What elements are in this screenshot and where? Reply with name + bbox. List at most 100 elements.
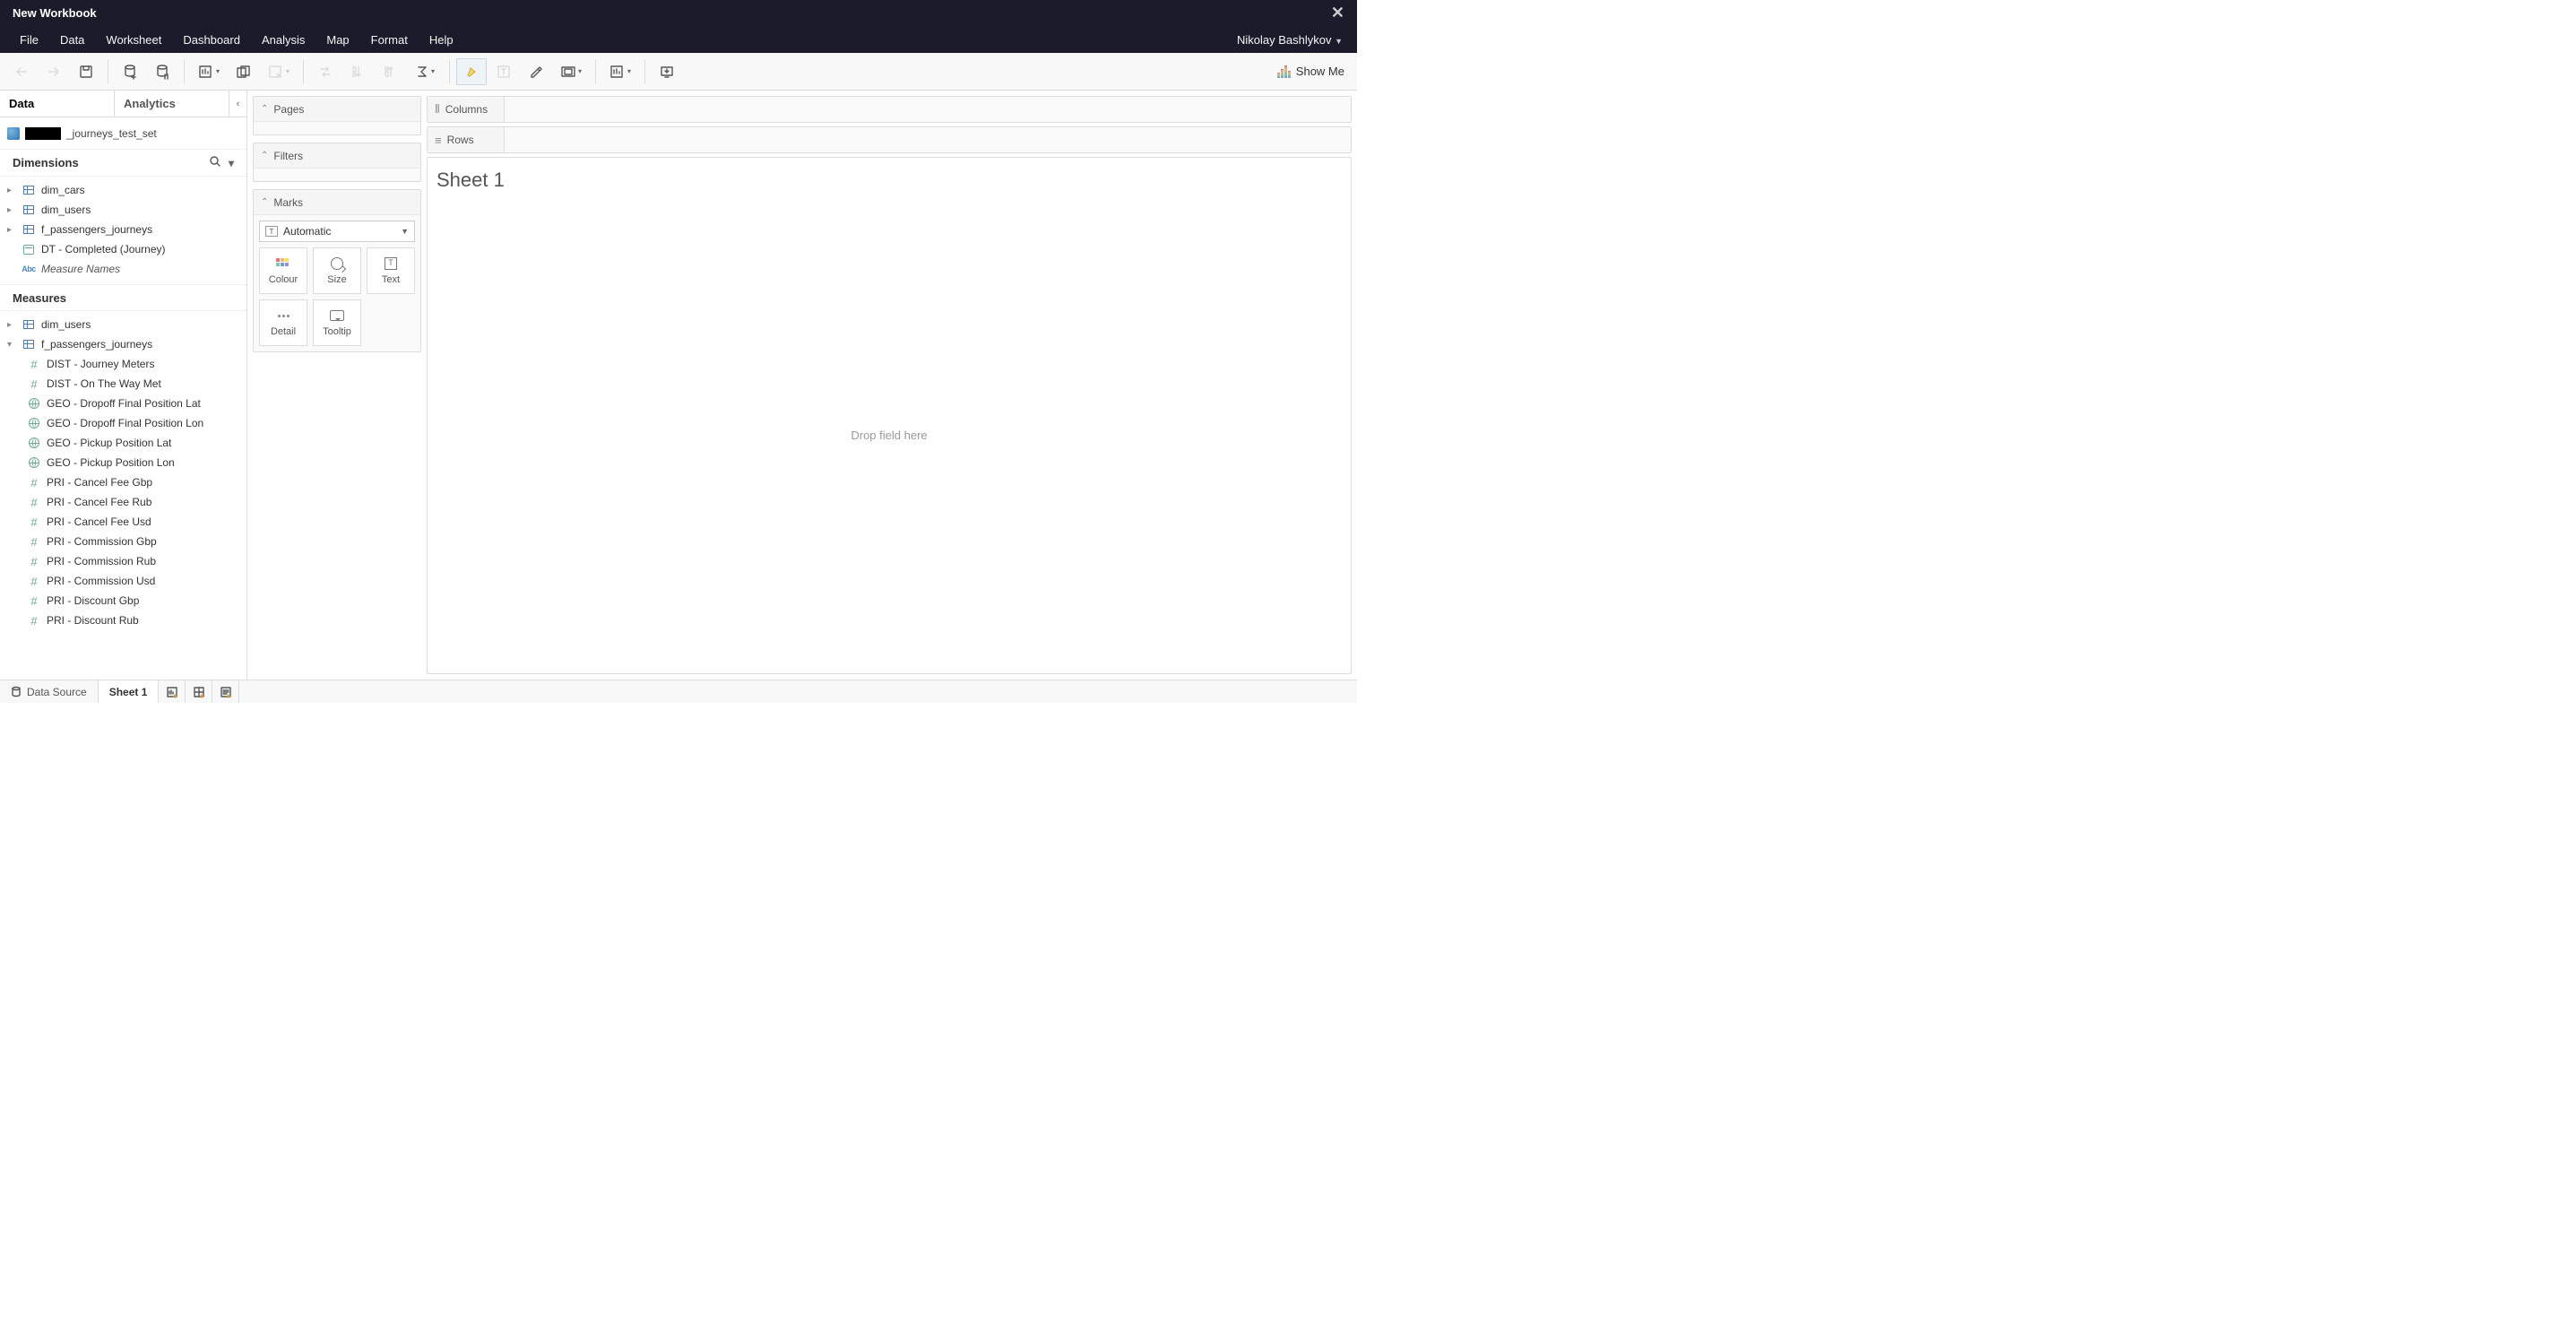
datasource-row[interactable]: _journeys_test_set bbox=[0, 117, 246, 150]
detail-icon bbox=[278, 315, 290, 317]
hash-icon: # bbox=[30, 575, 37, 588]
hash-icon: # bbox=[30, 377, 37, 391]
hash-icon: # bbox=[30, 535, 37, 549]
sort-asc-button[interactable] bbox=[342, 58, 373, 85]
user-menu[interactable]: Nikolay Bashlykov ▼ bbox=[1237, 33, 1348, 47]
measure-item[interactable]: #PRI - Cancel Fee Gbp bbox=[0, 472, 246, 492]
chevron-up-icon: ⌃ bbox=[261, 197, 268, 207]
measure-group[interactable]: ▸dim_users bbox=[0, 315, 246, 334]
measure-item[interactable]: #DIST - On The Way Met bbox=[0, 374, 246, 394]
dimensions-tree: ▸dim_cars ▸dim_users ▸f_passengers_journ… bbox=[0, 177, 246, 284]
measure-item[interactable]: #PRI - Discount Rub bbox=[0, 611, 246, 630]
sheet-tab[interactable]: Sheet 1 bbox=[99, 680, 160, 703]
mark-type-select[interactable]: T Automatic ▼ bbox=[259, 221, 415, 242]
collapse-data-pane-button[interactable]: ‹ bbox=[229, 91, 246, 117]
dim-item[interactable]: AbcMeasure Names bbox=[0, 259, 246, 279]
data-pane: Data Analytics ‹ _journeys_test_set Dime… bbox=[0, 91, 247, 680]
filters-card[interactable]: ⌃Filters bbox=[253, 143, 421, 182]
sheet-title[interactable]: Sheet 1 bbox=[428, 158, 1351, 197]
detail-button[interactable]: Detail bbox=[259, 299, 307, 346]
colour-button[interactable]: Colour bbox=[259, 247, 307, 294]
text-button[interactable]: TText bbox=[367, 247, 415, 294]
measure-item[interactable]: #PRI - Discount Gbp bbox=[0, 591, 246, 611]
new-datasource-button[interactable] bbox=[115, 58, 145, 85]
swap-rows-columns-button[interactable] bbox=[310, 58, 341, 85]
measure-item[interactable]: #PRI - Cancel Fee Usd bbox=[0, 512, 246, 532]
menu-analysis[interactable]: Analysis bbox=[251, 26, 316, 53]
pages-card[interactable]: ⌃Pages bbox=[253, 96, 421, 135]
dimensions-label: Dimensions bbox=[13, 156, 79, 169]
menu-format[interactable]: Format bbox=[360, 26, 419, 53]
dim-item[interactable]: ▸dim_cars bbox=[0, 180, 246, 200]
columns-shelf[interactable]: ⦀Columns bbox=[427, 96, 1352, 123]
globe-icon bbox=[29, 398, 39, 409]
tooltip-button[interactable]: Tooltip bbox=[313, 299, 361, 346]
rows-shelf[interactable]: ≡Rows bbox=[427, 126, 1352, 153]
measure-item[interactable]: #PRI - Commission Gbp bbox=[0, 532, 246, 551]
menu-file[interactable]: File bbox=[9, 26, 49, 53]
bottom-tabbar: Data Source Sheet 1 bbox=[0, 680, 1357, 703]
viz-canvas[interactable]: Sheet 1 Drop field here bbox=[427, 157, 1352, 674]
totals-button[interactable]: ▾ bbox=[407, 58, 443, 85]
chevron-up-icon: ⌃ bbox=[261, 151, 268, 160]
pages-label: Pages bbox=[273, 103, 304, 116]
calendar-icon bbox=[23, 245, 34, 255]
text-icon: T bbox=[385, 257, 397, 270]
highlight-button[interactable] bbox=[456, 58, 487, 85]
menubar: File Data Worksheet Dashboard Analysis M… bbox=[0, 26, 1357, 53]
hash-icon: # bbox=[30, 496, 37, 509]
menu-help[interactable]: Help bbox=[419, 26, 464, 53]
drop-field-hint: Drop field here bbox=[428, 197, 1351, 673]
measure-item[interactable]: GEO - Dropoff Final Position Lon bbox=[0, 413, 246, 433]
globe-icon bbox=[29, 418, 39, 429]
menu-data[interactable]: Data bbox=[49, 26, 95, 53]
measure-item[interactable]: GEO - Pickup Position Lon bbox=[0, 453, 246, 472]
chevron-down-icon: ▼ bbox=[401, 227, 409, 236]
dim-item[interactable]: ▸dim_users bbox=[0, 200, 246, 220]
text-label-button[interactable] bbox=[488, 58, 519, 85]
download-button[interactable] bbox=[652, 58, 682, 85]
undo-button[interactable] bbox=[6, 58, 37, 85]
clear-sheet-button[interactable]: ▾ bbox=[261, 58, 297, 85]
redo-button[interactable] bbox=[39, 58, 69, 85]
measure-item[interactable]: GEO - Dropoff Final Position Lat bbox=[0, 394, 246, 413]
new-worksheet-tab-button[interactable] bbox=[159, 680, 186, 703]
measure-item[interactable]: #PRI - Commission Usd bbox=[0, 571, 246, 591]
new-worksheet-button[interactable]: ▾ bbox=[191, 58, 227, 85]
measure-item[interactable]: #PRI - Commission Rub bbox=[0, 551, 246, 571]
close-icon[interactable]: ✕ bbox=[1331, 4, 1344, 22]
search-icon[interactable] bbox=[209, 155, 221, 170]
measure-item[interactable]: #DIST - Journey Meters bbox=[0, 354, 246, 374]
dimensions-menu-icon[interactable]: ▾ bbox=[229, 157, 234, 169]
menu-map[interactable]: Map bbox=[316, 26, 359, 53]
new-dashboard-tab-button[interactable] bbox=[186, 680, 212, 703]
dim-item[interactable]: ▸f_passengers_journeys bbox=[0, 220, 246, 239]
table-icon bbox=[23, 225, 34, 234]
format-button[interactable] bbox=[521, 58, 551, 85]
dim-item[interactable]: DT - Completed (Journey) bbox=[0, 239, 246, 259]
measure-item[interactable]: GEO - Pickup Position Lat bbox=[0, 433, 246, 453]
tab-data[interactable]: Data bbox=[0, 91, 114, 117]
menu-worksheet[interactable]: Worksheet bbox=[95, 26, 172, 53]
automatic-icon: T bbox=[265, 226, 278, 237]
new-story-tab-button[interactable] bbox=[212, 680, 239, 703]
pause-datasource-button[interactable] bbox=[147, 58, 177, 85]
presentation-mode-button[interactable]: ▾ bbox=[602, 58, 638, 85]
measure-item[interactable]: #PRI - Cancel Fee Rub bbox=[0, 492, 246, 512]
shelf-column: ⌃Pages ⌃Filters ⌃Marks T Automatic ▼ Col… bbox=[247, 91, 427, 680]
tab-analytics[interactable]: Analytics bbox=[114, 91, 229, 117]
fit-button[interactable]: ▾ bbox=[553, 58, 589, 85]
canvas-area: ⦀Columns ≡Rows Sheet 1 Drop field here bbox=[427, 91, 1357, 680]
menu-dashboard[interactable]: Dashboard bbox=[172, 26, 251, 53]
table-icon bbox=[23, 186, 34, 195]
duplicate-sheet-button[interactable] bbox=[229, 58, 259, 85]
measures-label: Measures bbox=[13, 291, 66, 305]
window-titlebar: New Workbook ✕ bbox=[0, 0, 1357, 26]
show-me-button[interactable]: Show Me bbox=[1270, 61, 1352, 82]
data-source-tab[interactable]: Data Source bbox=[0, 680, 99, 703]
sort-desc-button[interactable] bbox=[375, 58, 405, 85]
size-button[interactable]: Size bbox=[313, 247, 361, 294]
measure-group[interactable]: ▾f_passengers_journeys bbox=[0, 334, 246, 354]
save-button[interactable] bbox=[71, 58, 101, 85]
hash-icon: # bbox=[30, 476, 37, 489]
